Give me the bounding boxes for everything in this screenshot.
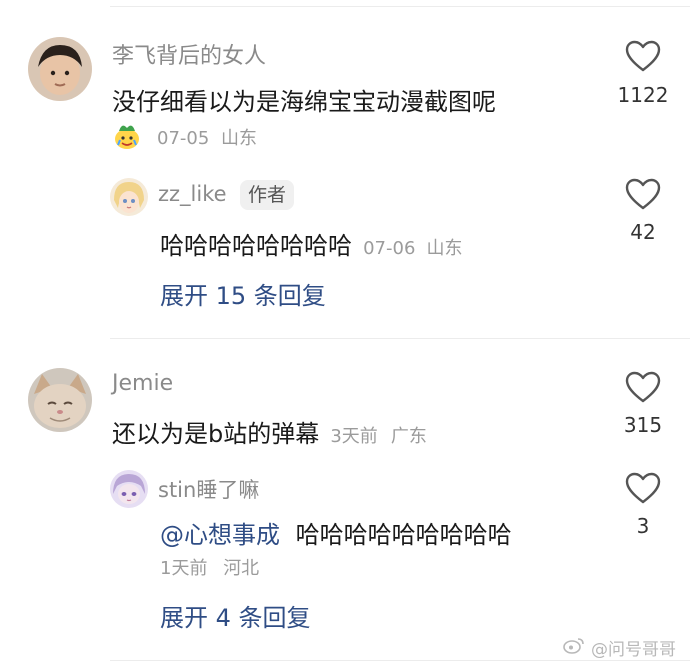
reply-line: 哈哈哈哈哈哈哈哈 07-06 山东 xyxy=(160,226,463,261)
reply-text: 哈哈哈哈哈哈哈哈 xyxy=(160,232,352,260)
reply-meta: 1天前 河北 xyxy=(160,554,259,580)
reply-date: 07-06 xyxy=(363,238,416,259)
expand-replies-link[interactable]: 展开 4 条回复 xyxy=(160,598,311,633)
reply-location: 河北 xyxy=(223,558,260,579)
comment-divider xyxy=(110,338,690,339)
heart-icon[interactable] xyxy=(625,178,661,210)
like-count: 3 xyxy=(636,514,650,538)
comment-username[interactable]: Jemie xyxy=(112,371,173,396)
bottom-divider xyxy=(110,660,690,661)
heart-icon[interactable] xyxy=(625,371,661,403)
heart-icon[interactable] xyxy=(625,40,661,72)
watermark: @问号哥哥 xyxy=(563,635,676,660)
comment-date: 07-05 xyxy=(157,128,210,149)
like-count: 42 xyxy=(630,220,656,244)
comment-text: 还以为是b站的弹幕 xyxy=(112,420,320,448)
mention-link[interactable]: @心想事成 xyxy=(160,521,280,549)
weibo-logo-icon xyxy=(563,636,585,659)
heart-icon[interactable] xyxy=(625,472,661,504)
like-count: 315 xyxy=(623,413,663,437)
avatar[interactable] xyxy=(28,37,92,101)
comment-username[interactable]: 李飞背后的女人 xyxy=(112,38,266,70)
top-divider xyxy=(110,6,690,7)
comment-date: 3天前 xyxy=(330,426,378,447)
comment-text: 没仔细看以为是海绵宝宝动漫截图呢 xyxy=(112,88,496,116)
reply-avatar[interactable] xyxy=(110,178,148,216)
reply-location: 山东 xyxy=(426,238,463,259)
author-badge: 作者 xyxy=(240,180,295,210)
comment-line: 还以为是b站的弹幕 3天前 广东 xyxy=(112,414,427,449)
avatar[interactable] xyxy=(28,368,92,432)
reply-text: 哈哈哈哈哈哈哈哈哈 xyxy=(295,521,512,549)
reply-username[interactable]: stin睡了嘛 xyxy=(158,474,259,504)
expand-replies-link[interactable]: 展开 15 条回复 xyxy=(160,276,326,311)
reply-body: @心想事成 哈哈哈哈哈哈哈哈哈 xyxy=(160,515,512,550)
comment-location: 山东 xyxy=(221,128,258,149)
reply-avatar[interactable] xyxy=(110,470,148,508)
comment-location: 广东 xyxy=(390,426,427,447)
reply-date: 1天前 xyxy=(160,558,208,579)
emoji-sticker-icon xyxy=(112,120,142,150)
watermark-text: @问号哥哥 xyxy=(591,640,676,660)
reply-username[interactable]: zz_like xyxy=(158,182,227,206)
comment-meta: 07-05 山东 xyxy=(157,124,257,150)
like-count: 1122 xyxy=(617,83,669,107)
